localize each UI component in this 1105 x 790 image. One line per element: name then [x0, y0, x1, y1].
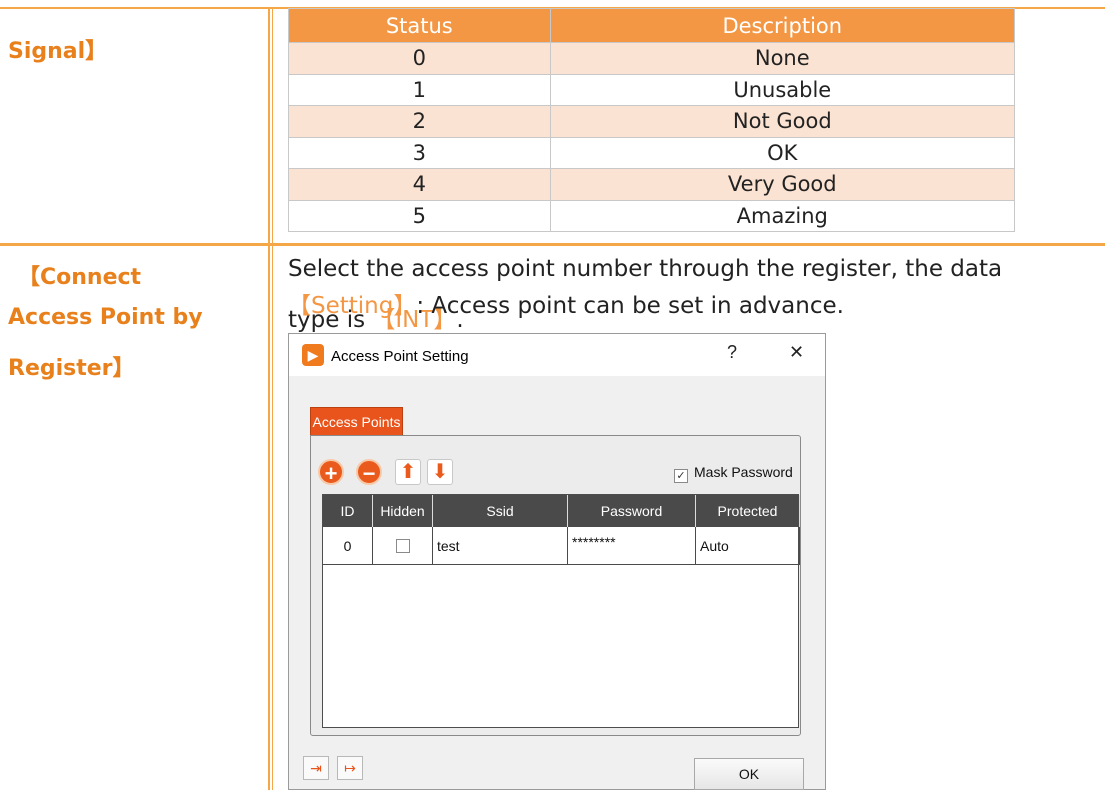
tab-access-points[interactable]: Access Points	[310, 407, 403, 435]
table-row: 2 Not Good	[288, 105, 1016, 138]
move-up-icon[interactable]: ⬆	[395, 459, 421, 485]
col-password[interactable]: Password	[568, 495, 696, 527]
row-divider	[0, 243, 1105, 246]
connect-label-line3: Register】	[8, 356, 135, 381]
column-divider	[268, 7, 270, 790]
status-table: Status Description 0 None 1 Unusable 2 N…	[288, 8, 1016, 232]
remove-icon[interactable]: −	[356, 459, 382, 486]
status-cell: 4	[288, 168, 551, 201]
status-cell: 5	[288, 199, 551, 232]
table-row: 1 Unusable	[288, 73, 1016, 106]
header-description: Description	[549, 8, 1016, 43]
ok-button[interactable]: OK	[694, 758, 804, 790]
description-cell: Not Good	[549, 105, 1016, 138]
status-cell: 2	[288, 105, 551, 138]
status-cell: 0	[288, 42, 551, 75]
help-button[interactable]: ?	[727, 342, 737, 363]
column-divider-inner	[272, 7, 273, 790]
access-point-setting-dialog: ▶ Access Point Setting ? ✕ Access Points…	[288, 333, 826, 790]
checkbox-icon[interactable]: ✓	[674, 469, 688, 483]
app-icon: ▶	[302, 344, 324, 366]
description-line1: Select the access point number through t…	[288, 256, 1003, 282]
mask-password-checkbox[interactable]: ✓ Mask Password	[674, 464, 793, 483]
hidden-checkbox[interactable]	[395, 539, 410, 553]
col-ssid[interactable]: Ssid	[433, 495, 568, 527]
access-points-panel: + − ⬆ ⬇ ✓ Mask Password ID Hidden Ssid Pa…	[310, 435, 801, 736]
add-icon[interactable]: +	[318, 459, 344, 486]
description-cell: OK	[549, 136, 1016, 169]
grid-header: ID Hidden Ssid Password Protected	[323, 495, 800, 527]
status-cell: 3	[288, 136, 551, 169]
access-point-grid: ID Hidden Ssid Password Protected 0 test…	[322, 494, 800, 728]
dialog-title: Access Point Setting	[331, 348, 469, 365]
setting-paragraph: 【Setting】: Access point can be set in ad…	[288, 286, 844, 320]
setting-text: : Access point can be set in advance.	[416, 293, 844, 319]
description-cell: Very Good	[549, 168, 1016, 201]
cell-ssid[interactable]: test	[433, 527, 568, 565]
close-button[interactable]: ✕	[789, 342, 804, 363]
setting-label: 【Setting】	[288, 293, 417, 319]
cell-id: 0	[323, 527, 373, 565]
status-table-header: Status Description	[288, 8, 1016, 43]
col-protected[interactable]: Protected	[696, 495, 800, 527]
mask-password-label: Mask Password	[694, 464, 793, 480]
dialog-body: Access Points + − ⬆ ⬇ ✓ Mask Password ID …	[289, 376, 825, 790]
status-cell: 1	[288, 73, 551, 106]
col-hidden[interactable]: Hidden	[373, 495, 433, 527]
signal-label: Signal】	[8, 39, 108, 64]
description-cell: None	[549, 42, 1016, 75]
cell-protected[interactable]: Auto	[696, 527, 800, 565]
table-row: 3 OK	[288, 136, 1016, 169]
connect-label-line1: 【Connect	[18, 265, 142, 290]
cell-password[interactable]: ********	[568, 527, 696, 565]
cell-hidden[interactable]	[373, 527, 433, 565]
export-icon[interactable]: ↦	[337, 756, 363, 780]
table-row: 4 Very Good	[288, 168, 1016, 201]
table-row: 0 None	[288, 42, 1016, 75]
connect-label-line2: Access Point by	[8, 305, 203, 330]
description-cell: Unusable	[549, 73, 1016, 106]
move-down-icon[interactable]: ⬇	[427, 459, 453, 485]
col-id[interactable]: ID	[323, 495, 373, 527]
import-icon[interactable]: ⇥	[303, 756, 329, 780]
header-status: Status	[288, 8, 551, 43]
table-row: 5 Amazing	[288, 199, 1016, 232]
description-cell: Amazing	[549, 199, 1016, 232]
